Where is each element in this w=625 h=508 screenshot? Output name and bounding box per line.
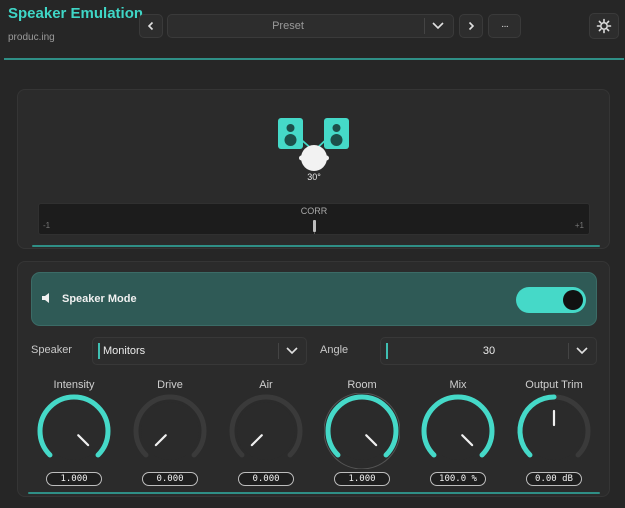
left-speaker-icon — [278, 118, 303, 149]
knob-value[interactable]: 100.0 % — [430, 472, 486, 486]
knob-label: Output Trim — [525, 379, 583, 391]
knob-label: Mix — [449, 379, 467, 391]
prev-preset-button[interactable] — [139, 14, 163, 38]
angle-select-divider — [568, 343, 569, 359]
speaker-mode-label: Speaker Mode — [62, 293, 137, 305]
knob-face — [45, 402, 103, 460]
corr-max-label: +1 — [574, 221, 584, 230]
knob-face — [333, 402, 391, 460]
chevron-down-icon[interactable] — [430, 19, 446, 33]
knob-value[interactable]: 0.000 — [238, 472, 294, 486]
knob-value[interactable]: 0.000 — [142, 472, 198, 486]
gear-icon — [596, 18, 612, 34]
controls-panel-accent — [28, 492, 600, 494]
preset-label: Preset — [272, 20, 304, 32]
knob-value[interactable]: 1.000 — [334, 472, 390, 486]
right-speaker-icon — [324, 118, 349, 149]
more-icon: ··· — [501, 20, 509, 32]
knob-label: Room — [347, 379, 377, 391]
chevron-down-icon — [576, 347, 588, 355]
chevron-down-icon — [286, 347, 298, 355]
visual-panel-accent — [32, 245, 600, 247]
chevron-left-icon — [147, 21, 154, 31]
speaker-select-indicator — [98, 343, 100, 359]
corr-indicator — [313, 220, 316, 232]
app-title: Speaker Emulation — [8, 5, 144, 22]
speaker-select[interactable]: Monitors — [92, 337, 307, 365]
mix-knob[interactable] — [420, 393, 496, 469]
speaker-icon — [42, 293, 49, 303]
next-preset-button[interactable] — [459, 14, 483, 38]
correlation-meter: CORR -1 +1 — [38, 203, 590, 235]
app-subtitle: produc.ing — [8, 32, 55, 43]
knob-label: Air — [259, 379, 273, 391]
angle-readout: 30° — [307, 172, 321, 182]
angle-select[interactable]: 30 — [380, 337, 597, 365]
speaker-label: Speaker — [31, 344, 72, 356]
speaker-select-divider — [278, 343, 279, 359]
speaker-select-value: Monitors — [103, 345, 146, 357]
speaker-placement-diagram[interactable] — [275, 114, 355, 176]
intensity-knob[interactable] — [36, 393, 112, 469]
more-button[interactable]: ··· — [488, 14, 521, 38]
preset-divider — [424, 18, 425, 34]
chevron-right-icon — [468, 21, 475, 31]
knob-value[interactable]: 0.00 dB — [526, 472, 582, 486]
knob-label: Drive — [157, 379, 183, 391]
header: Speaker Emulation produc.ing Preset ··· — [0, 0, 625, 60]
knob-face — [237, 402, 295, 460]
settings-button[interactable] — [589, 13, 619, 39]
output-trim-knob[interactable] — [516, 393, 592, 469]
speaker-mode-bar: Speaker Mode — [31, 272, 597, 326]
corr-label: CORR — [300, 206, 328, 216]
header-divider — [4, 58, 624, 60]
room-knob[interactable] — [324, 393, 400, 469]
angle-label: Angle — [320, 344, 349, 356]
listener-head-icon — [301, 145, 327, 171]
toggle-knob — [563, 290, 583, 310]
drive-knob[interactable] — [132, 393, 208, 469]
preset-selector[interactable]: Preset — [167, 14, 454, 38]
knob-label: Intensity — [53, 379, 95, 391]
angle-select-value: 30 — [482, 345, 496, 357]
air-knob[interactable] — [228, 393, 304, 469]
knob-face — [429, 402, 487, 460]
knob-face — [141, 402, 199, 460]
knob-value[interactable]: 1.000 — [46, 472, 102, 486]
speaker-mode-toggle[interactable] — [516, 287, 586, 313]
corr-min-label: -1 — [43, 221, 51, 230]
